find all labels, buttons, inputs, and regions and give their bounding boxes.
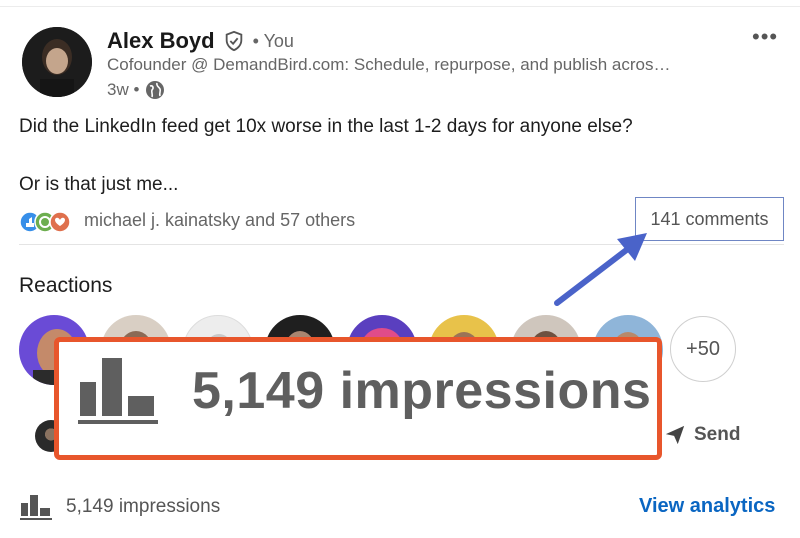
verified-shield-icon (225, 30, 242, 52)
send-button[interactable]: Send (664, 424, 740, 446)
more-reactors-button[interactable]: +50 (670, 316, 736, 382)
author-avatar[interactable] (22, 27, 92, 97)
post-text-line-1: Did the LinkedIn feed get 10x worse in t… (19, 116, 633, 137)
more-options-icon[interactable]: ••• (752, 24, 778, 50)
annotation-arrow (554, 233, 647, 306)
author-name-row: Alex Boyd • You (107, 27, 294, 55)
author-name[interactable]: Alex Boyd (107, 28, 215, 54)
send-label: Send (694, 424, 741, 445)
author-headline: Cofounder @ DemandBird.com: Schedule, re… (107, 55, 671, 74)
author-relation: • You (252, 30, 294, 51)
post-text-line-2: Or is that just me... (19, 174, 179, 195)
view-analytics-link[interactable]: View analytics (639, 495, 775, 518)
impressions-count: 5,149 impressions (66, 496, 221, 517)
analytics-bars-icon (20, 495, 52, 520)
analytics-bars-icon (78, 358, 158, 424)
comments-count[interactable]: 141 comments (635, 197, 784, 241)
send-icon (665, 425, 685, 445)
social-divider (19, 244, 784, 245)
globe-icon (146, 81, 165, 99)
top-divider (0, 6, 800, 7)
reaction-icons[interactable] (19, 211, 77, 233)
post-time: 3w • (107, 80, 140, 99)
callout-impressions-text: 5,149 impressions (192, 362, 652, 420)
post-meta: 3w • (107, 80, 165, 100)
reactions-heading: Reactions (19, 274, 113, 297)
reactions-summary[interactable]: michael j. kainatsky and 57 others (84, 210, 355, 231)
